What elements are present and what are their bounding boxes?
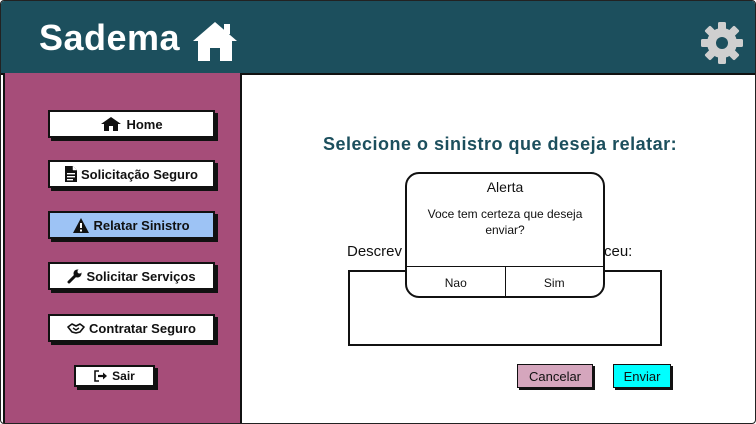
send-button[interactable]: Enviar — [613, 364, 671, 388]
dialog-message: Voce tem certeza que deseja enviar? — [427, 207, 583, 237]
sidebar-item-label: Relatar Sinistro — [93, 217, 190, 233]
sidebar-item-contratar-seguro[interactable]: Contratar Seguro — [48, 314, 215, 342]
app-window: Sadema Home Solicitação Seguro Relatar S… — [0, 0, 756, 424]
logout-button[interactable]: Sair — [74, 365, 155, 387]
alert-dialog: Alerta Voce tem certeza que deseja envia… — [405, 172, 605, 298]
brand-title: Sadema — [39, 17, 181, 58]
description-label: Descrev — [347, 243, 403, 260]
sidebar-item-solicitar-servicos[interactable]: Solicitar Serviços — [48, 262, 215, 290]
sidebar-item-label: Home — [126, 116, 163, 132]
dialog-yes-button[interactable]: Sim — [504, 267, 604, 296]
sidebar-item-home[interactable]: Home — [48, 110, 215, 138]
sidebar: Home Solicitação Seguro Relatar Sinistro — [3, 73, 242, 423]
description-label-end: ceu: — [604, 243, 633, 260]
handshake-icon — [67, 323, 85, 334]
dialog-actions: Nao Sim — [407, 266, 604, 296]
sidebar-item-solicitacao-seguro[interactable]: Solicitação Seguro — [48, 160, 215, 188]
wrench-icon — [67, 269, 82, 283]
sidebar-item-label: Solicitação Seguro — [80, 166, 199, 182]
home-icon — [101, 117, 122, 131]
dialog-title: Alerta — [486, 179, 524, 195]
warning-icon — [73, 217, 90, 233]
logout-label: Sair — [112, 369, 135, 383]
top-bar: Sadema — [1, 1, 755, 75]
sidebar-item-label: Solicitar Serviços — [86, 268, 196, 284]
home-icon — [193, 22, 237, 61]
page-prompt: Selecione o sinistro que deseja relatar: — [323, 134, 678, 154]
document-icon — [64, 166, 77, 182]
sidebar-item-relatar-sinistro[interactable]: Relatar Sinistro — [48, 211, 215, 239]
logout-icon — [94, 370, 108, 382]
gear-icon[interactable] — [700, 21, 744, 65]
cancel-button[interactable]: Cancelar — [517, 364, 593, 388]
sidebar-item-label: Contratar Seguro — [89, 320, 196, 336]
dialog-no-button[interactable]: Nao — [407, 267, 505, 296]
